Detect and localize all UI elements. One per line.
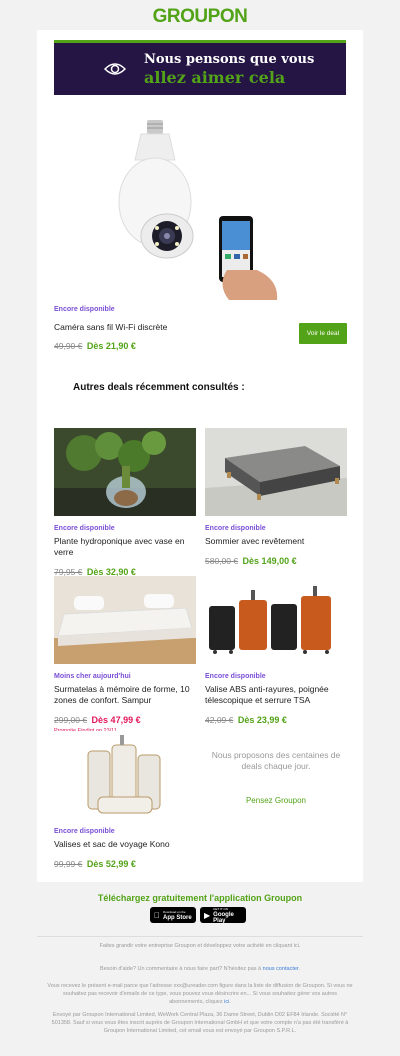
deal-new-price: Dès 52,99 € [86,859,136,869]
app-download-title: Téléchargez gratuitement l'application G… [97,893,303,903]
deal-title: Sommier avec revêtement [205,536,305,546]
store-badges:  Download on theApp Store ▶ GET IT ONGo… [150,907,246,924]
hero-line2: allez aimer cela [144,68,286,87]
think-groupon-link[interactable]: Pensez Groupon [205,796,347,805]
hero-line1: Nous pensons que vous [144,52,315,67]
help-text: Besoin d'aide? Un commentaire à nous fai… [100,966,262,972]
bed-base-image [205,428,347,516]
deal-badge: Encore disponible [205,673,266,680]
deal-old-price: 299,00 € [54,715,88,725]
google-play-label: Google Play [213,912,234,924]
deal-badge: Encore disponible [205,525,266,532]
plant-image [54,428,196,516]
deal-card[interactable]: Encore disponible Valises et sac de voya… [54,731,196,872]
deal-badge: Encore disponible [54,525,115,532]
camera-product-image[interactable] [117,120,287,300]
deal-title: Surmatelas à mémoire de forme, 10 zones … [54,684,190,705]
groupon-logo[interactable]: GROUPON [153,6,248,28]
deal-card[interactable]: Encore disponible Valise ABS anti-rayure… [205,576,347,728]
deal-new-price: Dès 23,99 € [237,715,287,725]
app-store-button[interactable]:  Download on theApp Store [150,907,196,923]
hero-banner: Nous pensons que vous allez aimer cela [54,40,346,95]
featured-new-price: Dès 21,90 € [86,341,136,351]
deal-new-price: Dès 47,99 € [91,715,141,725]
eye-icon [104,63,126,75]
contact-link[interactable]: nous contacter [263,966,299,972]
deal-card[interactable]: Encore disponible Sommier avec revêtemen… [205,428,347,569]
deal-card[interactable]: Encore disponible Plante hydroponique av… [54,428,196,580]
featured-badge: Encore disponible [54,306,115,313]
footer-grow-business[interactable]: Faites grandir votre entreprise Groupon … [45,942,355,950]
header: GROUPON [0,0,400,34]
unsubscribe-text: Vous recevez le présent e-mail parce que… [47,983,353,1005]
deal-title: Plante hydroponique avec vase en verre [54,536,185,557]
deal-badge: Encore disponible [54,828,115,835]
footer-legal: Envoyé par Groupon International Limited… [51,1012,349,1034]
deal-new-price: Dès 149,00 € [242,556,297,566]
promo-message: Nous proposons des centaines de deals ch… [211,750,341,771]
deal-title: Valise ABS anti-rayures, poignée télesco… [205,684,329,705]
view-deal-button[interactable]: Voir le deal [299,323,347,344]
play-icon: ▶ [204,910,211,920]
suitcase-image [205,576,347,664]
deal-old-price: 42,09 € [205,715,234,725]
deal-badge: Moins cher aujourd'hui [54,673,131,680]
luggage-set-image [54,731,196,819]
manage-subscriptions-link[interactable]: ici [224,999,229,1005]
deal-title: Valises et sac de voyage Kono [54,839,170,849]
section-title: Autres deals récemment consultés : [73,382,245,393]
deal-old-price: 580,00 € [205,556,239,566]
apple-icon:  [154,911,160,920]
footer-help: Besoin d'aide? Un commentaire à nous fai… [100,966,300,972]
deal-card[interactable]: Moins cher aujourd'hui Surmatelas à mémo… [54,576,196,734]
mattress-topper-image [54,576,196,664]
featured-title[interactable]: Caméra sans fil Wi-Fi discrète [54,322,167,333]
email-card: Nous pensons que vous allez aimer cela E… [37,30,363,882]
featured-old-price: 49,90 € [54,341,83,351]
deal-old-price: 99,99 € [54,859,83,869]
promo-block: Nous proposons des centaines de deals ch… [205,750,347,805]
google-play-button[interactable]: ▶ GET IT ON Google Play [200,907,246,924]
app-store-label: App Store [157,915,192,921]
footer-unsubscribe: Vous recevez le présent e-mail parce que… [47,983,353,1005]
footer-divider [37,936,363,937]
